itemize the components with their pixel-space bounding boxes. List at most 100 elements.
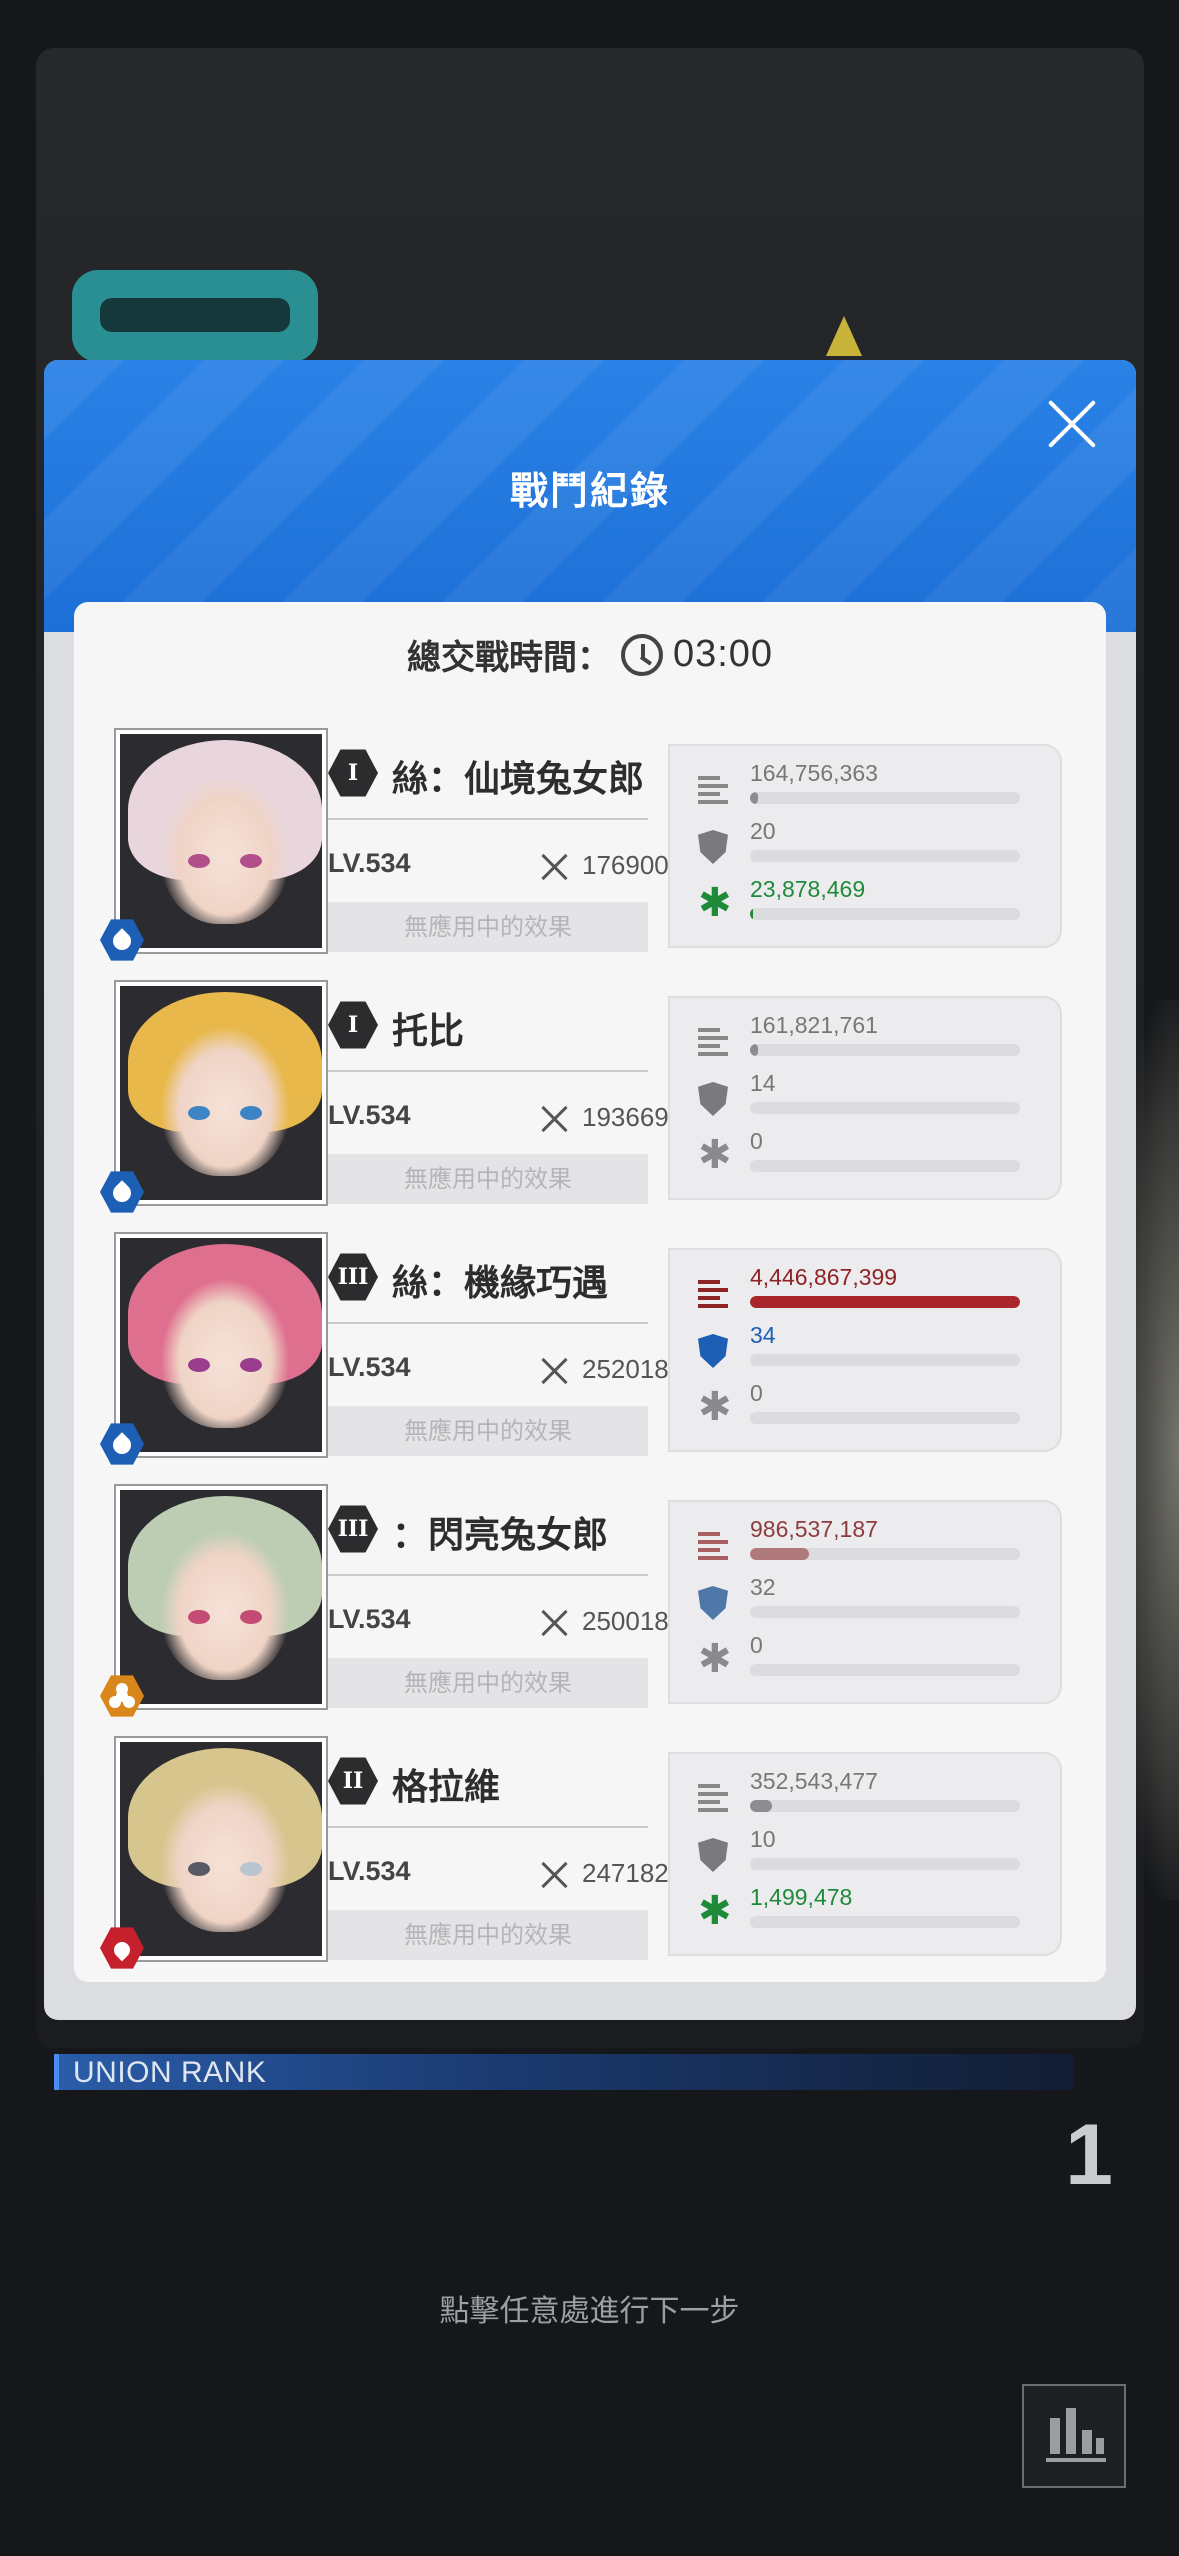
character-stats: 161,821,761 14 ✱ 0 <box>668 996 1062 1200</box>
character-portrait <box>116 1738 326 1960</box>
combat-power: 176900 <box>582 850 669 880</box>
damage-stat: 164,756,363 <box>698 760 1028 810</box>
character-name: 格拉維 <box>392 1767 501 1808</box>
shield-icon <box>698 1334 728 1368</box>
healing-stat: ✱ 1,499,478 <box>698 1884 1028 1934</box>
character-info: I 絲：仙境兔女郎 LV.534 176900 無應用中的效果 <box>328 748 669 952</box>
damage-bars-icon <box>698 772 734 804</box>
character-stats: 986,537,187 32 ✱ 0 <box>668 1500 1062 1704</box>
character-name: ：閃亮兔女郎 <box>392 1515 609 1556</box>
character-stats: 164,756,363 20 ✱ 23,878,469 <box>668 744 1062 948</box>
character-level: LV.534 <box>328 1856 411 1886</box>
heal-star-icon: ✱ <box>698 880 732 926</box>
character-row[interactable]: I 托比 LV.534 193669 無應用中的效果 161,821,761 1… <box>100 982 1076 1213</box>
hits-taken-value: 10 <box>750 1826 776 1852</box>
heal-star-icon: ✱ <box>698 1384 732 1430</box>
healing-value: 23,878,469 <box>750 876 866 902</box>
defense-stat: 20 <box>698 818 1028 868</box>
shield-icon <box>698 830 728 864</box>
healing-value: 0 <box>750 1380 763 1406</box>
crossed-swords-icon <box>540 852 570 882</box>
crossed-swords-icon <box>540 1860 570 1890</box>
clock-icon <box>620 633 663 676</box>
character-level: LV.534 <box>328 1100 411 1130</box>
character-stats: 4,446,867,399 34 ✱ 0 <box>668 1248 1062 1452</box>
combat-power: 247182 <box>582 1858 669 1888</box>
burst-badge: III <box>328 1505 378 1553</box>
crossed-swords-icon <box>540 1104 570 1134</box>
character-stats: 352,543,477 10 ✱ 1,499,478 <box>668 1752 1062 1956</box>
hits-taken-value: 14 <box>750 1070 776 1096</box>
character-name: 絲：機緣巧遇 <box>392 1263 609 1304</box>
background-marker <box>826 316 862 356</box>
tap-to-continue-hint[interactable]: 點擊任意處進行下一步 <box>0 2286 1179 2330</box>
shield-icon <box>698 1838 728 1872</box>
character-info: I 托比 LV.534 193669 無應用中的效果 <box>328 1000 669 1204</box>
character-portrait <box>116 1234 326 1456</box>
damage-bar <box>750 1044 759 1056</box>
damage-value: 161,821,761 <box>750 1012 878 1038</box>
defense-stat: 34 <box>698 1322 1028 1372</box>
damage-value: 4,446,867,399 <box>750 1264 898 1290</box>
burst-badge: III <box>328 1253 378 1301</box>
total-time-label: 總交戰時間： <box>406 638 611 678</box>
effect-status: 無應用中的效果 <box>328 1406 648 1456</box>
damage-bar <box>750 1296 1020 1308</box>
stats-button[interactable] <box>1022 2384 1126 2488</box>
heal-star-icon: ✱ <box>698 1888 732 1934</box>
character-info: III ：閃亮兔女郎 LV.534 250018 無應用中的效果 <box>328 1504 669 1708</box>
burst-badge: II <box>328 1757 378 1805</box>
character-row[interactable]: III ：閃亮兔女郎 LV.534 250018 無應用中的效果 986,537… <box>100 1486 1076 1717</box>
shield-icon <box>698 1586 728 1620</box>
hits-taken-value: 34 <box>750 1322 776 1348</box>
character-level: LV.534 <box>328 1352 411 1382</box>
effect-status: 無應用中的效果 <box>328 1910 648 1960</box>
combat-power: 250018 <box>582 1606 669 1636</box>
defense-stat: 10 <box>698 1826 1028 1876</box>
union-rank-value: 1 <box>1065 2107 1113 2203</box>
healing-stat: ✱ 0 <box>698 1128 1028 1178</box>
healing-value: 0 <box>750 1632 763 1658</box>
damage-bars-icon <box>698 1528 734 1560</box>
character-info: III 絲：機緣巧遇 LV.534 252018 無應用中的效果 <box>328 1252 669 1456</box>
damage-value: 352,543,477 <box>750 1768 878 1794</box>
healing-value: 1,499,478 <box>750 1884 853 1910</box>
character-level: LV.534 <box>328 848 411 878</box>
shield-icon <box>698 1082 728 1116</box>
close-icon[interactable] <box>1044 396 1100 452</box>
defense-stat: 14 <box>698 1070 1028 1120</box>
character-row[interactable]: III 絲：機緣巧遇 LV.534 252018 無應用中的效果 4,446,8… <box>100 1234 1076 1465</box>
effect-status: 無應用中的效果 <box>328 1658 648 1708</box>
damage-bars-icon <box>698 1276 734 1308</box>
damage-stat: 4,446,867,399 <box>698 1264 1028 1314</box>
character-row[interactable]: II 格拉維 LV.534 247182 無應用中的效果 352,543,477… <box>100 1738 1076 1969</box>
effect-status: 無應用中的效果 <box>328 902 648 952</box>
union-rank-label: UNION RANK <box>73 2056 267 2089</box>
crossed-swords-icon <box>540 1356 570 1386</box>
background-tab <box>72 270 318 362</box>
damage-bar <box>750 792 759 804</box>
character-name: 絲：仙境兔女郎 <box>392 759 645 800</box>
bar-chart-icon <box>1046 2408 1106 2462</box>
character-row[interactable]: I 絲：仙境兔女郎 LV.534 176900 無應用中的效果 164,756,… <box>100 730 1076 961</box>
modal-header: 戰鬥紀錄 <box>44 360 1136 632</box>
damage-bar <box>750 1800 772 1812</box>
total-time-value: 03:00 <box>672 633 774 675</box>
damage-value: 986,537,187 <box>750 1516 878 1542</box>
total-battle-time: 總交戰時間： 03:00 <box>74 630 1106 679</box>
healing-bar <box>750 908 753 920</box>
hits-taken-value: 20 <box>750 818 776 844</box>
burst-badge: I <box>328 1001 378 1049</box>
character-name: 托比 <box>392 1011 465 1052</box>
damage-bars-icon <box>698 1024 734 1056</box>
healing-stat: ✱ 0 <box>698 1380 1028 1430</box>
defense-stat: 32 <box>698 1574 1028 1624</box>
healing-value: 0 <box>750 1128 763 1154</box>
heal-star-icon: ✱ <box>698 1636 732 1682</box>
combat-power: 193669 <box>582 1102 669 1132</box>
effect-status: 無應用中的效果 <box>328 1154 648 1204</box>
healing-stat: ✱ 0 <box>698 1632 1028 1682</box>
battle-record-modal: 戰鬥紀錄 總交戰時間： 03:00 I 絲：仙境兔女郎 LV.534 17690… <box>44 360 1136 2020</box>
character-portrait <box>116 1486 326 1708</box>
healing-stat: ✱ 23,878,469 <box>698 876 1028 926</box>
